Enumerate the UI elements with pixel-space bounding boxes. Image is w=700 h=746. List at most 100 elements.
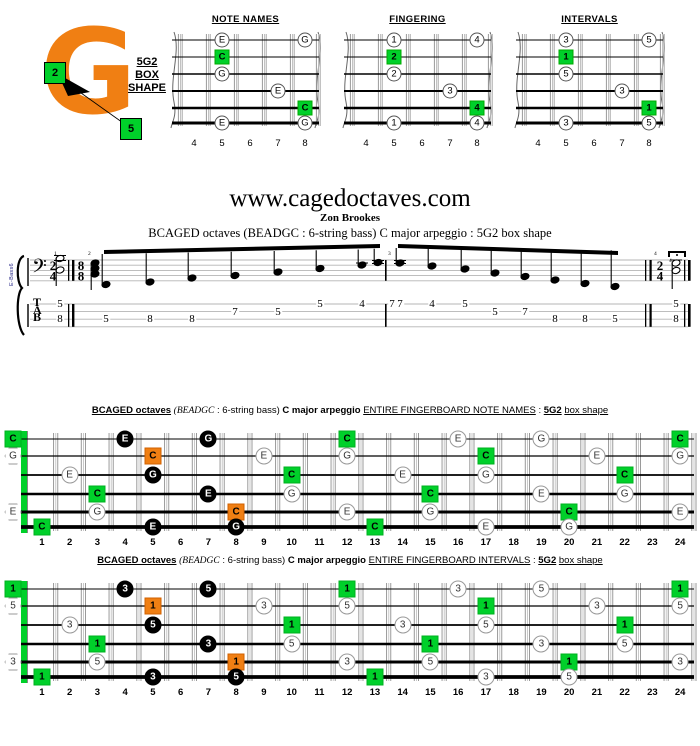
tab-number-ascending: 7 xyxy=(231,305,239,318)
box-fret-number: 7 xyxy=(275,138,281,149)
box-marker-5: 5 xyxy=(641,115,657,131)
box-marker-G: G xyxy=(297,115,313,131)
fret-marker-E: E xyxy=(671,503,689,521)
fret-marker-3: 3 xyxy=(116,580,134,598)
fret-marker-G: G xyxy=(616,485,634,503)
fret-marker-C: C xyxy=(338,430,356,448)
fret-marker-G: G xyxy=(532,430,550,448)
measure-number: 1 xyxy=(54,251,57,257)
fretboard-title-part-e: ENTIRE FINGERBOARD NOTE NAMES xyxy=(363,405,536,416)
fretboard-fret-number: 9 xyxy=(261,537,267,548)
box-marker-C: C xyxy=(214,49,230,65)
box-diagram-grid: EGCGECEG xyxy=(168,30,323,131)
fretboard-fret-number: 22 xyxy=(619,687,630,698)
fretboard-fret-number: 11 xyxy=(314,687,325,698)
fretboard-fret-number: 24 xyxy=(674,537,686,548)
fret-marker-1: 1 xyxy=(616,616,634,634)
fret-marker-G: G xyxy=(283,485,301,503)
fretboard-fret-number: 20 xyxy=(563,537,575,548)
box-diagram-fingering: FINGERING 14223414 45678 xyxy=(340,14,495,154)
tab-letter-B: B xyxy=(33,310,42,325)
measure-number: 4 xyxy=(654,251,657,257)
box-fret-number: 8 xyxy=(302,138,308,149)
fret-marker-3: 3 xyxy=(477,668,495,686)
fretboard-fret-number: 17 xyxy=(480,537,492,548)
box-marker-E: E xyxy=(214,32,230,48)
tab-number-final: 8 xyxy=(672,313,680,326)
box-fret-number: 4 xyxy=(363,138,369,149)
fretboard-fret-number: 13 xyxy=(369,687,381,698)
fret-marker-5: 5 xyxy=(338,597,356,615)
tab-number-ascending: 8 xyxy=(188,313,196,326)
fret-marker-3: 3 xyxy=(449,580,467,598)
fret-marker-C: C xyxy=(88,485,106,503)
fretboard-title: BCAGED octaves (BEADGC : 6-string bass) … xyxy=(0,405,700,416)
fret-marker-C: C xyxy=(144,447,162,465)
fret-marker-5: 5 xyxy=(421,653,439,671)
box-marker-1: 1 xyxy=(558,49,574,65)
box-fret-number: 8 xyxy=(646,138,652,149)
fret-marker-C: C xyxy=(33,518,51,536)
fretboard-title-part-d: C major arpeggio xyxy=(282,405,361,416)
box-marker-3: 3 xyxy=(614,83,630,99)
fretboard-fret-number: 17 xyxy=(480,687,492,698)
fret-marker-3: 3 xyxy=(144,668,162,686)
box-diagram-title: NOTE NAMES xyxy=(211,14,280,25)
fretboard-fret-number: 20 xyxy=(563,687,575,698)
tab-number-descending: 7 xyxy=(521,305,529,318)
music-notation: 𝄢 2 4 8 8 2 4 1 2 3 4 4 T A B 5 8 5 8 8 7 5 5 4 7 7 4 5 5 7 8 8 5 5 8 xyxy=(0,242,700,362)
box-fret-number: 5 xyxy=(219,138,225,149)
fret-marker-G: G xyxy=(560,518,578,536)
box-diagram-title: FINGERING xyxy=(389,14,446,25)
fret-marker-5: 5 xyxy=(616,635,634,653)
fretboard-title-part-e: ENTIRE FINGERBOARD INTERVALS xyxy=(368,555,531,566)
fretboard-fret-number: 6 xyxy=(177,687,184,698)
tab-number-final: 5 xyxy=(672,298,680,310)
fret-marker-3: 3 xyxy=(199,635,217,653)
fretboard-title-part-a: BCAGED octaves xyxy=(97,555,177,566)
box-marker-4: 4 xyxy=(469,32,485,48)
open-string-marker-1: 1 xyxy=(4,580,22,598)
open-string-marker-C: C xyxy=(4,430,22,448)
box-diagram-grid: 14223414 xyxy=(340,30,495,131)
fretboard-title-part-a: BCAGED octaves xyxy=(91,405,172,416)
box-shape-label: 5G2 BOX SHAPE xyxy=(124,56,170,95)
fret-marker-5: 5 xyxy=(144,616,162,634)
box-marker-1: 1 xyxy=(641,100,657,116)
box-marker-3: 3 xyxy=(558,115,574,131)
tab-number-ascending: 5 xyxy=(102,313,110,326)
tab-number-ascending: 5 xyxy=(316,298,324,310)
box-shape-line3: SHAPE xyxy=(128,82,166,94)
fret-marker-G: G xyxy=(477,466,495,484)
box-diagram-grid: 35153135 xyxy=(512,30,667,131)
fret-marker-G: G xyxy=(338,447,356,465)
fretboard-fret-number: 9 xyxy=(261,687,267,698)
tab-number-descending: 8 xyxy=(581,313,589,326)
fret-marker-5: 5 xyxy=(88,653,106,671)
box-marker-4: 4 xyxy=(469,115,485,131)
fret-marker-3: 3 xyxy=(255,597,273,615)
fret-marker-1: 1 xyxy=(144,597,162,615)
box-fret-number: 6 xyxy=(591,138,597,149)
box-marker-1: 1 xyxy=(386,32,402,48)
tab-number-ascending: 7 xyxy=(388,298,396,310)
fretboard-fret-number: 1 xyxy=(39,687,45,698)
fretboard-fret-number: 12 xyxy=(341,537,353,548)
fretboard-grid: 153113531535315315153131531535315315153 xyxy=(0,573,700,686)
box-marker-E: E xyxy=(214,115,230,131)
fretboard-fret-number: 7 xyxy=(205,537,212,548)
fretboard-fret-numbers: 1 2 3 4 5 6 7 8 9 10 11 12 13 14 15 16 17 18 19 20 21 22 23 24 xyxy=(0,537,700,551)
box-fret-number: 6 xyxy=(419,138,425,149)
box-diagram-fret-numbers: 4 5 6 7 8 xyxy=(512,138,667,152)
fretboard-fret-number: 19 xyxy=(536,537,547,548)
box-marker-1: 1 xyxy=(386,115,402,131)
fret-marker-C: C xyxy=(283,466,301,484)
page-root: G 2 5 5G2 BOX SHAPE NOTE NAMES EGCGECEG … xyxy=(0,0,700,746)
fret-marker-5: 5 xyxy=(227,668,245,686)
fretboard-fret-number: 15 xyxy=(425,537,436,548)
fret-marker-3: 3 xyxy=(394,616,412,634)
fretboard-fret-number: 7 xyxy=(205,687,212,698)
fretboard-title-part-c: : 6-string bass) xyxy=(222,555,286,566)
fretboard-fret-number: 22 xyxy=(619,537,630,548)
box-marker-2: 2 xyxy=(386,49,402,65)
